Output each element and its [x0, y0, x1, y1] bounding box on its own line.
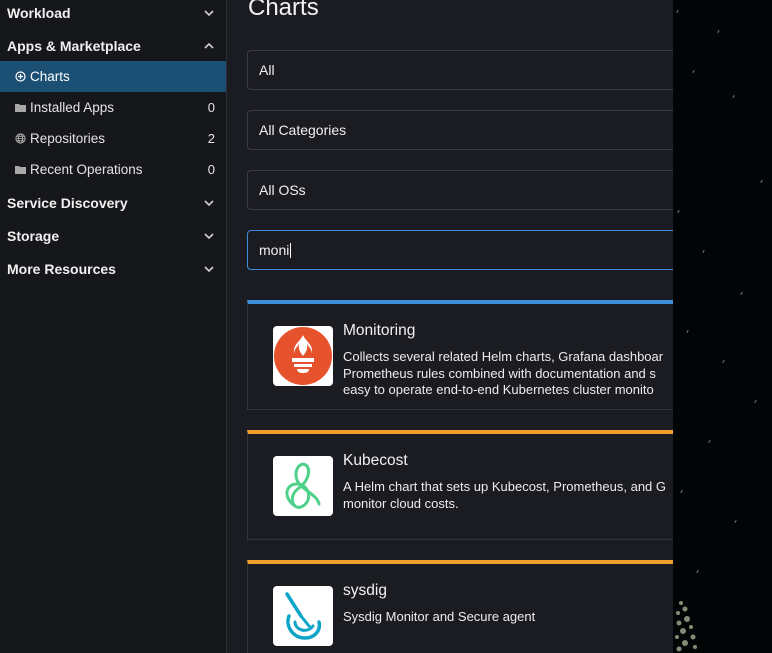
- sidebar-item-label: Charts: [30, 69, 70, 84]
- description-line: A Helm chart that sets up Kubecost, Prom…: [343, 479, 667, 494]
- sidebar-item-count: 0: [207, 100, 215, 115]
- chart-card-description: Collects several related Helm charts, Gr…: [343, 349, 673, 399]
- wallpaper-star: [708, 439, 711, 444]
- globe-icon: [15, 133, 26, 144]
- wallpaper-star: [680, 489, 683, 494]
- chart-card-name: Monitoring: [343, 322, 416, 339]
- os-filter-select[interactable]: All OSs: [247, 170, 673, 210]
- wallpaper-star: [677, 209, 680, 214]
- chart-card-description: Sysdig Monitor and Secure agent: [343, 609, 673, 626]
- wallpaper-star: [692, 69, 695, 74]
- folder-icon: [15, 102, 26, 113]
- desktop-wallpaper: [673, 0, 772, 653]
- sidebar-item-label: Installed Apps: [30, 100, 115, 115]
- search-input-value: moni: [259, 242, 290, 258]
- wallpaper-tree: [675, 601, 697, 652]
- repository-filter-select[interactable]: All: [247, 50, 673, 90]
- nav-group-more-resources[interactable]: More Resources: [0, 252, 226, 285]
- kubecost-logo-icon: [273, 456, 333, 516]
- chevron-down-icon: [202, 229, 216, 243]
- nav-group-storage[interactable]: Storage: [0, 219, 226, 252]
- plus-circle-icon: [15, 71, 26, 82]
- wallpaper-star: [717, 29, 720, 34]
- chart-card-name: Kubecost: [343, 452, 408, 469]
- description-line: Collects several related Helm charts, Gr…: [343, 349, 664, 364]
- wallpaper-star: [734, 519, 737, 524]
- wallpaper-star: [686, 329, 689, 334]
- page-title: Charts: [248, 0, 319, 21]
- wallpaper-star: [754, 399, 757, 404]
- description-line: Sysdig Monitor and Secure agent: [343, 609, 536, 624]
- sysdig-logo-icon: [273, 586, 333, 646]
- nav-group-label: Apps & Marketplace: [7, 37, 141, 54]
- chevron-up-icon: [202, 39, 216, 53]
- chart-card-name: sysdig: [343, 582, 387, 599]
- sidebar-item-recent-operations[interactable]: Recent Operations 0: [0, 154, 226, 185]
- chart-search-input[interactable]: moni: [247, 230, 673, 497]
- wallpaper-star: [740, 291, 743, 296]
- chevron-down-icon: [202, 6, 216, 20]
- sidebar-item-count: 2: [207, 131, 215, 146]
- nav-group-workload[interactable]: Workload: [0, 0, 226, 29]
- nav-group-label: Storage: [7, 227, 60, 244]
- sidebar-item-repositories[interactable]: Repositories 2: [0, 123, 226, 154]
- wallpaper-star: [702, 249, 705, 254]
- wallpaper-star: [676, 9, 679, 14]
- chart-card-description: A Helm chart that sets up Kubecost, Prom…: [343, 479, 673, 512]
- wallpaper-star: [696, 569, 699, 574]
- wallpaper-star: [760, 179, 763, 184]
- category-filter-select[interactable]: All Categories: [247, 110, 673, 150]
- wallpaper-star: [732, 94, 735, 99]
- wallpaper-star: [722, 359, 725, 364]
- sidebar-item-count: 0: [207, 162, 215, 177]
- chart-card-sysdig[interactable]: sysdig Sysdig Monitor and Secure agent: [247, 560, 673, 653]
- repository-filter-value: All: [259, 62, 275, 78]
- chart-card-kubecost[interactable]: Kubecost A Helm chart that sets up Kubec…: [247, 430, 673, 540]
- charts-main: Charts All All Categories All OSs moni M…: [227, 0, 673, 653]
- folder-icon: [15, 164, 26, 175]
- category-filter-value: All Categories: [259, 122, 347, 138]
- os-filter-value: All OSs: [259, 182, 306, 198]
- sidebar-item-label: Repositories: [30, 131, 106, 146]
- nav-group-label: More Resources: [7, 260, 116, 277]
- sidebar-item-installed-apps[interactable]: Installed Apps 0: [0, 92, 226, 123]
- sidebar: Workload Apps & Marketplace Charts Insta…: [0, 0, 227, 653]
- sidebar-item-label: Recent Operations: [30, 162, 143, 177]
- description-line: easy to operate end-to-end Kubernetes cl…: [343, 382, 654, 397]
- description-line: monitor cloud costs.: [343, 495, 459, 511]
- chevron-down-icon: [202, 196, 216, 210]
- prometheus-logo-icon: [273, 326, 333, 386]
- nav-group-apps-marketplace[interactable]: Apps & Marketplace: [0, 29, 226, 62]
- chevron-down-icon: [202, 262, 216, 276]
- nav-group-service-discovery[interactable]: Service Discovery: [0, 186, 226, 219]
- nav-group-label: Service Discovery: [7, 194, 128, 211]
- description-line: Prometheus rules combined with documenta…: [343, 365, 656, 381]
- text-caret: [290, 242, 292, 258]
- chart-card-monitoring[interactable]: Monitoring Collects several related Helm…: [247, 300, 673, 410]
- nav-group-label: Workload: [7, 4, 71, 21]
- sidebar-item-charts[interactable]: Charts: [0, 61, 226, 92]
